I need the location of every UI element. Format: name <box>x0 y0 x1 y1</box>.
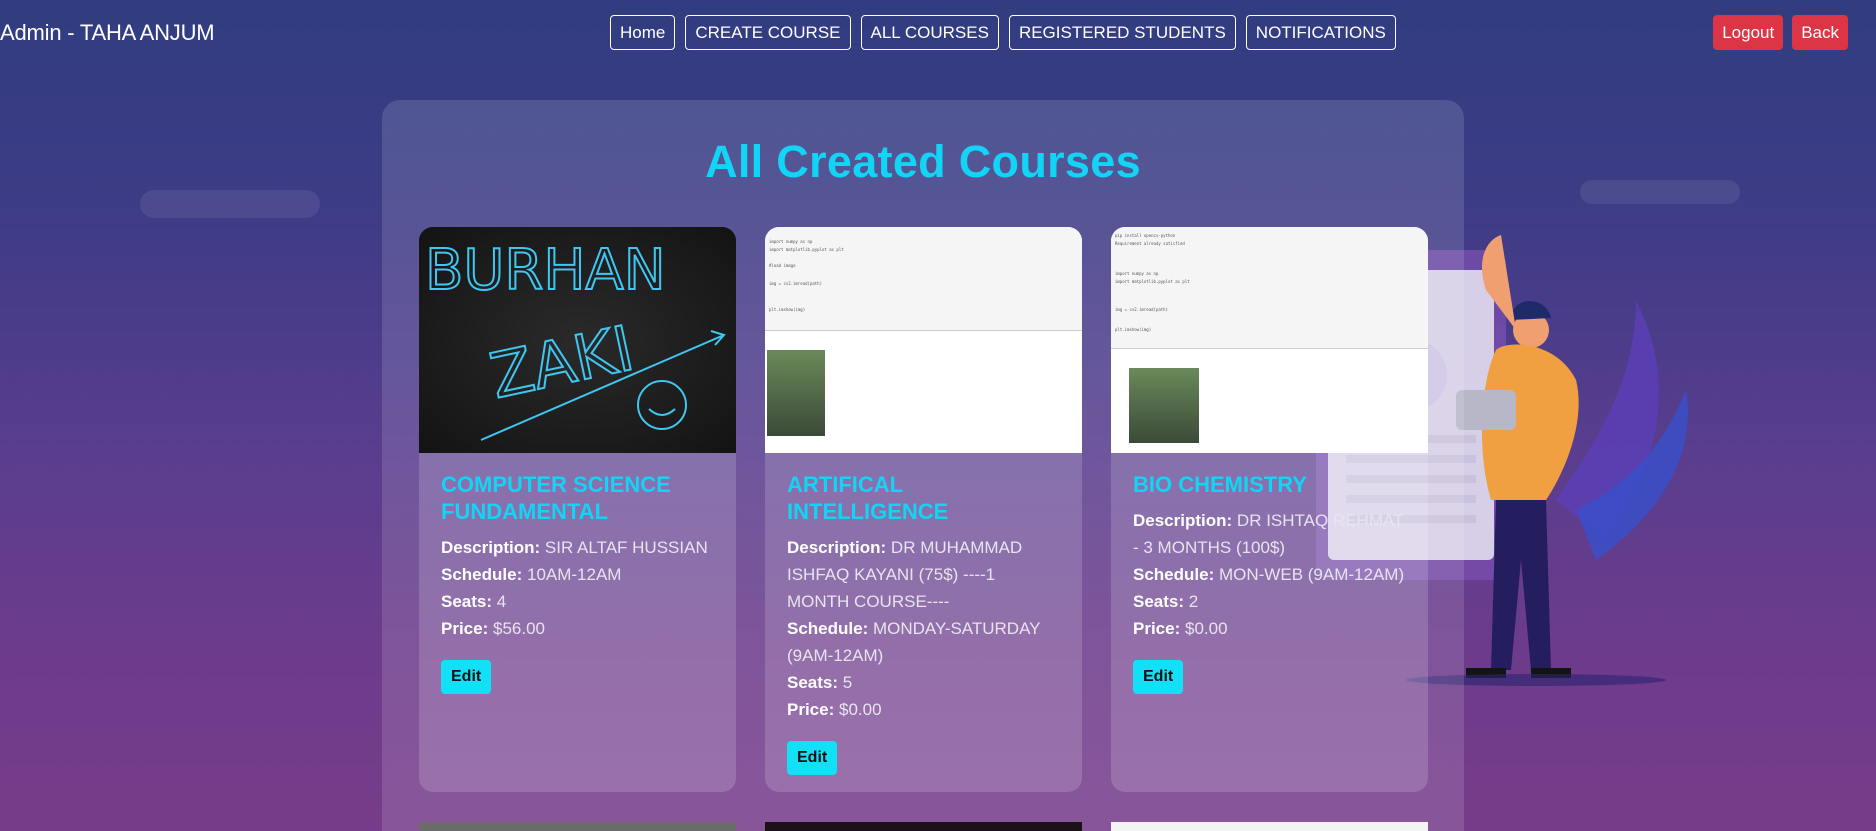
edit-course-button[interactable]: Edit <box>1133 660 1184 694</box>
course-image <box>1111 822 1428 831</box>
svg-text:BURHAN: BURHAN <box>425 238 666 303</box>
page-title: All Created Courses <box>705 136 1141 187</box>
course-price: Price: $0.00 <box>1133 619 1228 638</box>
logout-button[interactable]: Logout <box>1713 15 1784 50</box>
course-card: pip install opencv-python Requirement al… <box>1111 227 1428 792</box>
course-description: Description: DR ISHTAQ REHMAT - 3 MONTHS… <box>1133 511 1404 557</box>
course-seats: Seats: 4 <box>441 592 507 611</box>
course-seats: Seats: 2 <box>1133 592 1199 611</box>
courses-panel: All Created Courses BURHAN ZAKI COMPUTER… <box>382 100 1464 831</box>
nav-all-courses-button[interactable]: ALL COURSES <box>860 15 999 50</box>
edit-course-button[interactable]: Edit <box>787 741 838 775</box>
course-image <box>419 822 736 831</box>
auth-actions: Logout Back <box>1713 15 1848 50</box>
course-title: COMPUTER SCIENCE FUNDAMENTAL <box>441 472 671 524</box>
course-seats: Seats: 5 <box>787 673 853 692</box>
nav-create-course-button[interactable]: CREATE COURSE <box>685 15 851 50</box>
course-image: import numpy as np import matplotlib.pyp… <box>765 227 1082 453</box>
course-image: BURHAN ZAKI <box>419 227 736 453</box>
course-description: Description: SIR ALTAF HUSSIAN <box>441 538 708 557</box>
course-description: Description: DR MUHAMMAD ISHFAQ KAYANI (… <box>787 538 1023 611</box>
course-title: BIO CHEMISTRY <box>1133 472 1307 497</box>
nav-registered-students-button[interactable]: REGISTERED STUDENTS <box>1008 15 1236 50</box>
back-button[interactable]: Back <box>1792 15 1848 50</box>
course-image: pip install opencv-python Requirement al… <box>1111 227 1428 453</box>
course-schedule: Schedule: MONDAY-SATURDAY (9AM-12AM) <box>787 619 1041 665</box>
admin-title: Admin - TAHA ANJUM <box>0 20 215 45</box>
course-card: import numpy as np import matplotlib.pyp… <box>765 227 1082 792</box>
edit-course-button[interactable]: Edit <box>441 660 492 694</box>
top-navbar: Admin - TAHA ANJUM Home CREATE COURSE AL… <box>0 0 1876 64</box>
course-schedule: Schedule: MON-WEB (9AM-12AM) <box>1133 565 1405 584</box>
course-card: BURHAN ZAKI COMPUTER SCIENCE FUNDAMENTAL… <box>419 227 736 792</box>
course-schedule: Schedule: 10AM-12AM <box>441 565 622 584</box>
course-image <box>765 822 1082 831</box>
nav-home-button[interactable]: Home <box>610 15 676 50</box>
course-price: Price: $56.00 <box>441 619 545 638</box>
nav-notifications-button[interactable]: NOTIFICATIONS <box>1245 15 1396 50</box>
course-title: ARTIFICAL INTELLIGENCE <box>787 472 949 524</box>
main-nav: Home CREATE COURSE ALL COURSES REGISTERE… <box>610 15 1396 50</box>
course-price: Price: $0.00 <box>787 700 882 719</box>
